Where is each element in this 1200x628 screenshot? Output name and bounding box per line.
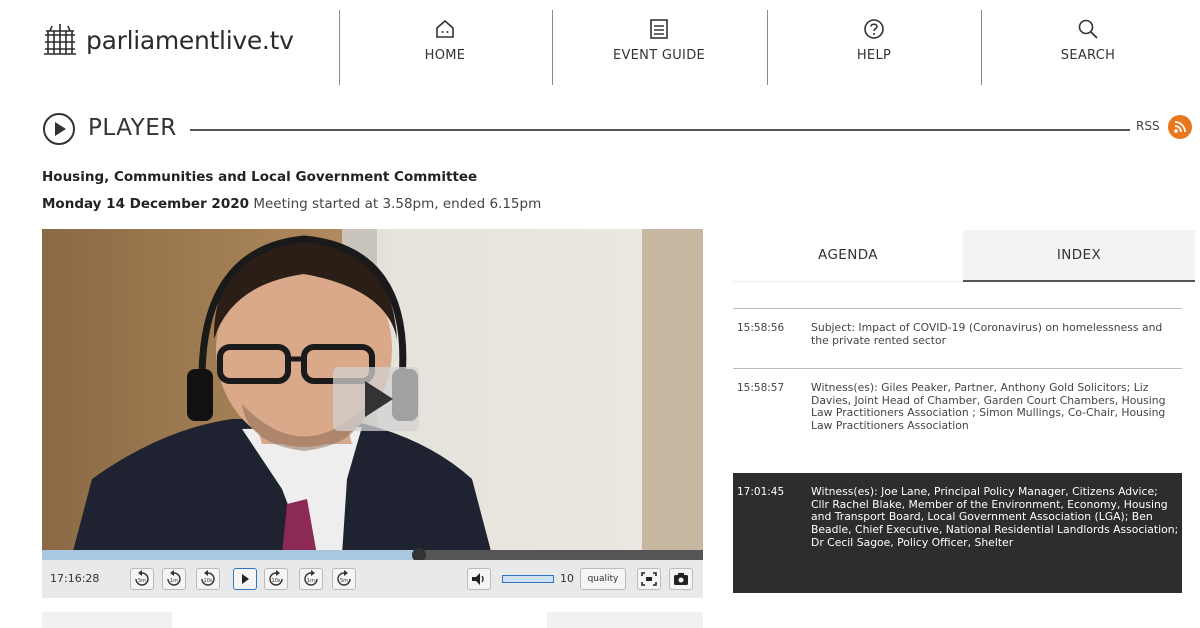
player-heading: PLAYER RSS [42,110,1197,146]
rss-button[interactable] [1168,115,1192,139]
nav-home[interactable]: HOME [355,18,535,63]
progress-bar[interactable] [42,548,703,562]
skip-back-10s-label: 10s [204,578,213,584]
search-icon [1078,19,1098,39]
index-item-active[interactable]: 17:01:45 Witness(es): Joe Lane, Principa… [733,473,1182,593]
skip-forward-1m-button[interactable]: 1m [299,568,323,590]
list-icon [650,19,668,39]
index-time: 15:58:57 [737,382,785,394]
skip-back-10s-button[interactable]: 10s [196,568,220,590]
play-overlay-button[interactable] [333,367,419,431]
question-icon [864,19,884,39]
fast-forward-icon: 5m [337,570,351,586]
camera-icon [674,573,688,585]
portcullis-icon [44,24,76,55]
index-time: 17:01:45 [737,486,785,498]
volume-fill [503,576,553,582]
skip-back-1m-label: 1m [170,578,178,584]
play-circle-icon [43,113,75,145]
quality-button[interactable]: quality [580,568,626,590]
heading-rule [190,129,1130,131]
nav-search[interactable]: SEARCH [998,18,1178,63]
fullscreen-button[interactable] [637,568,661,590]
play-button[interactable] [233,568,257,590]
index-item[interactable]: 15:58:57 Witness(es): Giles Peaker, Part… [733,368,1182,472]
player-toolbar-cutoff [42,610,703,628]
play-icon [365,381,393,417]
meeting-date: Monday 14 December 2020 [42,196,250,212]
nav-event-guide-label: EVENT GUIDE [612,48,706,63]
skip-back-5m-label: 5m [138,578,146,584]
nav-divider [981,10,982,85]
site-header: parliamentlive.tv HOME EVENT GUIDE HELP … [0,0,1200,95]
play-icon [242,574,249,584]
site-logo[interactable]: parliamentlive.tv [42,20,294,60]
index-text: Witness(es): Joe Lane, Principal Policy … [811,485,1179,549]
player-controls: 17:16:28 5m 1m 10s 10s 1m 5m 10 quality [42,560,703,598]
nav-help[interactable]: HELP [784,18,964,63]
skip-forward-1m-label: 1m [307,578,315,584]
progress-fill [42,550,419,560]
snapshot-button[interactable] [669,568,693,590]
meeting-info: Monday 14 December 2020 Meeting started … [42,196,541,212]
video-frame[interactable] [42,229,703,555]
index-text: Witness(es): Giles Peaker, Partner, Anth… [811,381,1166,433]
toolbar-segment [547,612,703,628]
meeting-times: Meeting started at 3.58pm, ended 6.15pm [253,196,542,212]
rewind-icon: 1m [167,570,181,586]
player-title: PLAYER [88,115,177,141]
skip-forward-5m-label: 5m [340,578,348,584]
tab-agenda[interactable]: AGENDA [733,230,963,282]
committee-title: Housing, Communities and Local Governmen… [42,169,478,185]
rewind-icon: 10s [201,570,215,586]
skip-back-1m-button[interactable]: 1m [162,568,186,590]
skip-back-5m-button[interactable]: 5m [130,568,154,590]
rewind-icon: 5m [135,570,149,586]
volume-value: 10 [560,572,574,585]
nav-divider [552,10,553,85]
volume-slider[interactable] [502,575,554,583]
nav-divider [767,10,768,85]
skip-forward-10s-label: 10s [272,578,281,584]
skip-forward-10s-button[interactable]: 10s [264,568,288,590]
tab-index[interactable]: INDEX [963,230,1195,282]
current-time: 17:16:28 [50,572,100,585]
skip-forward-5m-button[interactable]: 5m [332,568,356,590]
fullscreen-icon [641,572,657,586]
rss-link[interactable]: RSS [1136,119,1160,133]
index-text: Subject: Impact of COVID-19 (Coronavirus… [811,321,1163,347]
nav-divider [339,10,340,85]
home-icon [436,19,454,38]
nav-search-label: SEARCH [1060,48,1116,63]
toolbar-segment [42,612,172,628]
nav-help-label: HELP [856,48,892,63]
mute-button[interactable] [467,568,491,590]
nav-event-guide[interactable]: EVENT GUIDE [569,18,749,63]
fast-forward-icon: 1m [304,570,318,586]
volume-icon [472,573,484,585]
index-time: 15:58:56 [737,322,785,334]
rss-icon [1174,121,1186,133]
site-name: parliamentlive.tv [86,25,294,55]
index-item[interactable]: 15:58:56 Subject: Impact of COVID-19 (Co… [733,308,1182,368]
nav-home-label: HOME [424,48,466,63]
fast-forward-icon: 10s [269,570,283,586]
